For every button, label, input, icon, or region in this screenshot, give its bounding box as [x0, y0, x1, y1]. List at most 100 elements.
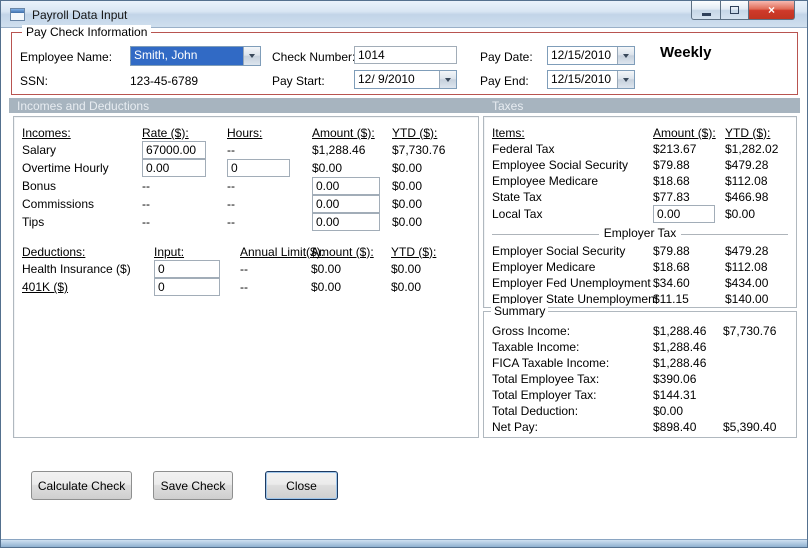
cell-value: $0.00	[312, 161, 343, 175]
taxes-section-label: Taxes	[492, 99, 524, 113]
check-number-label: Check Number:	[272, 50, 356, 64]
cell-value: $434.00	[725, 276, 769, 290]
pay-start-datepicker[interactable]: 12/ 9/2010	[354, 70, 457, 89]
cell-value: $18.68	[653, 260, 690, 274]
column-header-ytd: YTD ($):	[392, 125, 438, 140]
income-row-label: Overtime Hourly	[22, 161, 109, 175]
summary-group-label: Summary	[491, 304, 549, 318]
cell-value: $0.00	[311, 262, 342, 276]
chevron-down-icon	[623, 77, 629, 82]
cell-value: $0.00	[392, 215, 423, 229]
health-insurance-input[interactable]	[154, 260, 220, 278]
pay-date-datepicker[interactable]: 12/15/2010	[547, 46, 635, 65]
tax-row-label: Federal Tax	[492, 142, 555, 156]
summary-row-label: Total Employer Tax:	[492, 388, 597, 402]
column-header-deductions: Deductions:	[22, 244, 86, 259]
cell-value: $1,282.02	[725, 142, 779, 156]
cell-value: $1,288.46	[653, 324, 707, 338]
calculate-check-button[interactable]: Calculate Check	[31, 471, 132, 500]
commissions-amount-input[interactable]	[312, 195, 380, 213]
check-number-input[interactable]	[354, 46, 457, 64]
column-header-input: Input:	[154, 244, 185, 259]
section-band: Incomes and Deductions Taxes	[9, 98, 800, 113]
cell-value: $0.00	[391, 280, 422, 294]
maximize-button[interactable]	[721, 1, 749, 20]
cell-value: $11.15	[653, 292, 689, 306]
cell-value: --	[142, 215, 150, 229]
save-check-button[interactable]: Save Check	[153, 471, 233, 500]
close-button[interactable]: Close	[265, 471, 338, 500]
employer-taxes-table: Employer Social Security $79.88 $479.28 …	[492, 243, 788, 307]
ssn-value: 123-45-6789	[130, 74, 199, 88]
cell-value: $0.00	[391, 262, 422, 276]
bonus-amount-input[interactable]	[312, 177, 380, 195]
pay-start-dropdown-button[interactable]	[439, 71, 456, 88]
summary-row-label: FICA Taxable Income:	[492, 356, 610, 370]
link-401k[interactable]: 401K ($)	[22, 280, 68, 294]
salary-rate-input[interactable]	[142, 141, 206, 159]
cell-value: $7,730.76	[723, 324, 777, 338]
pay-end-dropdown-button[interactable]	[617, 71, 634, 88]
cell-value: $34.60	[653, 276, 690, 290]
local-tax-input[interactable]	[653, 205, 715, 223]
window-bottom-frame	[1, 539, 807, 547]
cell-value: $1,288.46	[653, 340, 707, 354]
cell-value: $0.00	[392, 161, 423, 175]
cell-value: $898.40	[653, 420, 697, 434]
window-title: Payroll Data Input	[32, 8, 128, 22]
tax-row-label: Employee Social Security	[492, 158, 629, 172]
cell-value: $466.98	[725, 190, 769, 204]
app-icon[interactable]	[10, 8, 25, 21]
summary-row-label: Net Pay:	[492, 420, 539, 434]
income-row-label: Bonus	[22, 179, 57, 193]
cell-value: --	[240, 262, 248, 276]
minimize-icon	[701, 12, 711, 16]
tax-row-label: Employer Medicare	[492, 260, 596, 274]
cell-value: $0.00	[653, 404, 684, 418]
summary-row-label: Total Employee Tax:	[492, 372, 600, 386]
window-controls: ×	[691, 1, 795, 20]
column-header-ytd: YTD ($):	[725, 125, 771, 140]
cell-value: $77.83	[653, 190, 690, 204]
employer-tax-header: Employer Tax	[598, 226, 682, 240]
paycheck-info-group-label: Pay Check Information	[22, 25, 152, 39]
overtime-rate-input[interactable]	[142, 159, 206, 177]
column-header-incomes: Incomes:	[22, 125, 71, 140]
pay-end-datepicker[interactable]: 12/15/2010	[547, 70, 635, 89]
minimize-button[interactable]	[691, 1, 721, 20]
pay-end-label: Pay End:	[480, 74, 529, 88]
cell-value: $79.88	[653, 158, 690, 172]
incomes-deductions-section-label: Incomes and Deductions	[17, 99, 150, 113]
cell-value: --	[240, 280, 248, 294]
cell-value: $140.00	[725, 292, 769, 306]
cell-value: --	[227, 179, 235, 193]
401k-input[interactable]	[154, 278, 220, 296]
column-header-amount: Amount ($):	[312, 125, 375, 140]
income-row-label: Salary	[22, 143, 57, 157]
maximize-icon	[730, 6, 739, 14]
pay-date-dropdown-button[interactable]	[617, 47, 634, 64]
cell-value: $112.08	[725, 260, 768, 274]
deductions-table: Deductions: Input: Annual Limit($): Amou…	[22, 243, 470, 296]
cell-value: $1,288.46	[653, 356, 707, 370]
title-bar[interactable]: Payroll Data Input	[1, 1, 807, 28]
cell-value: --	[142, 179, 150, 193]
summary-groupbox: Summary Gross Income: $1,288.46 $7,730.7…	[483, 304, 797, 438]
paycheck-info-groupbox: Pay Check Information Employee Name: Smi…	[11, 25, 798, 95]
employee-name-combobox[interactable]: Smith, John	[130, 46, 261, 66]
tips-amount-input[interactable]	[312, 213, 380, 231]
summary-row-label: Gross Income:	[492, 324, 571, 338]
overtime-hours-input[interactable]	[227, 159, 290, 177]
cell-value: $479.28	[725, 158, 769, 172]
cell-value: --	[227, 197, 235, 211]
close-window-button[interactable]: ×	[749, 1, 795, 20]
column-header-amount: Amount ($):	[311, 244, 374, 259]
cell-value: $390.06	[653, 372, 697, 386]
cell-value: $112.08	[725, 174, 768, 188]
cell-value: $1,288.46	[312, 143, 366, 157]
employee-name-dropdown-button[interactable]	[243, 47, 260, 65]
ssn-label: SSN:	[20, 74, 49, 88]
employee-name-label: Employee Name:	[20, 50, 113, 64]
summary-row-label: Total Deduction:	[492, 404, 579, 418]
pay-start-label: Pay Start:	[272, 74, 325, 88]
